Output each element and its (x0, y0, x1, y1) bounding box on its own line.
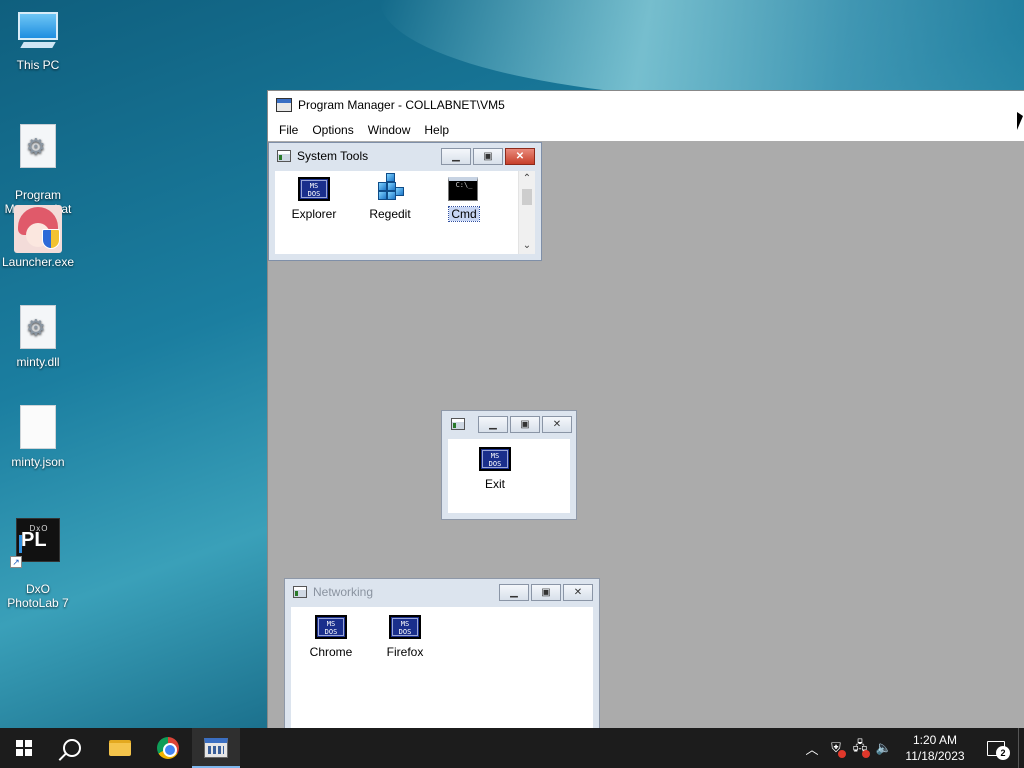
dxo-photolab-icon: DxO PL ↗ (10, 518, 62, 568)
program-manager-icon (204, 738, 228, 758)
dxo-badge-main: PL (21, 529, 47, 551)
desktop-icon-label: Launcher.exe (1, 255, 75, 269)
search-icon (63, 739, 81, 757)
group-window-untitled: ▁ ▣ ✕ MS DOS Exit (441, 410, 577, 520)
desktop-icon-this-pc[interactable]: This PC (0, 8, 76, 72)
program-label: Regedit (369, 207, 411, 221)
network-tray-button[interactable]: 🖧 (848, 728, 872, 768)
desktop-icon-label: DxO PhotoLab 7 (7, 582, 69, 610)
group-content: MS DOS Exit (448, 439, 570, 513)
windows-logo-icon (16, 740, 32, 756)
dll-file-icon: ⚙ (14, 305, 62, 351)
taskbar-file-explorer[interactable] (96, 728, 144, 768)
menu-help[interactable]: Help (417, 123, 456, 137)
taskbar: ︿ ⛨ 🖧 🔈 1:20 AM 11/18/2023 2 (0, 728, 1024, 768)
show-desktop-button[interactable] (1018, 728, 1024, 768)
chevron-up-icon: ︿ (805, 741, 819, 757)
desktop-icon-launcher[interactable]: Launcher.exe (0, 205, 76, 269)
desktop-icon-label: minty.json (11, 455, 65, 469)
program-label: Explorer (291, 207, 337, 221)
close-button[interactable]: ✕ (542, 416, 572, 433)
close-button[interactable]: ✕ (563, 584, 593, 601)
batch-file-icon: ⚙ (14, 124, 62, 170)
clock-date: 11/18/2023 (905, 749, 965, 763)
folder-icon (109, 740, 131, 756)
maximize-button[interactable]: ▣ (473, 148, 503, 165)
window-title: Program Manager - COLLABNET\VM5 (298, 98, 505, 112)
minimize-button[interactable]: ▁ (478, 416, 508, 433)
program-item-explorer[interactable]: MS DOS Explorer (281, 177, 347, 221)
regedit-icon (376, 173, 404, 203)
mouse-cursor-icon (1017, 112, 1023, 130)
this-pc-icon (14, 8, 62, 54)
start-button[interactable] (0, 728, 48, 768)
program-manager-titlebar[interactable]: Program Manager - COLLABNET\VM5 (268, 91, 1024, 119)
program-item-chrome[interactable]: MS DOS Chrome (298, 615, 364, 659)
show-hidden-icons-button[interactable]: ︿ (800, 728, 824, 768)
program-label-selected: Cmd (448, 206, 480, 222)
group-title: System Tools (297, 149, 369, 163)
volume-tray-button[interactable]: 🔈 (872, 728, 896, 768)
program-manager-icon (276, 98, 292, 112)
program-item-regedit[interactable]: Regedit (357, 173, 423, 221)
menu-window[interactable]: Window (361, 123, 418, 137)
search-button[interactable] (48, 728, 96, 768)
shortcut-arrow-icon: ↗ (10, 556, 22, 568)
program-label: Exit (484, 477, 505, 491)
program-item-cmd[interactable]: C:\_ Cmd (431, 177, 497, 222)
desktop-icon-label: This PC (16, 58, 60, 72)
vertical-scrollbar[interactable]: ⌃ ⌄ (518, 171, 535, 254)
action-center-button[interactable]: 2 (974, 728, 1018, 768)
group-content: MS DOS Explorer Regedit C:\_ Cmd ⌃ ⌄ (275, 171, 535, 254)
ms-dos-icon: MS DOS (389, 615, 421, 639)
launcher-app-icon (14, 205, 62, 253)
scroll-thumb[interactable] (522, 189, 532, 205)
group-window-system-tools: System Tools ▁ ▣ ✕ MS DOS Explorer Regedi… (268, 142, 542, 261)
group-titlebar[interactable]: Networking ▁ ▣ ✕ (285, 579, 599, 605)
program-label: Chrome (309, 645, 353, 659)
wallpaper-wave (380, 0, 1024, 100)
ms-dos-icon: MS DOS (479, 447, 511, 471)
json-file-icon (14, 405, 62, 451)
group-content: MS DOS Chrome MS DOS Firefox (291, 607, 593, 728)
system-tray: ︿ ⛨ 🖧 🔈 1:20 AM 11/18/2023 2 (800, 728, 1024, 768)
notification-count: 2 (996, 746, 1010, 760)
maximize-button[interactable]: ▣ (510, 416, 540, 433)
clock-time: 1:20 AM (912, 733, 958, 747)
minimize-button[interactable]: ▁ (441, 148, 471, 165)
program-item-firefox[interactable]: MS DOS Firefox (372, 615, 438, 659)
uac-shield-icon (42, 229, 60, 249)
desktop-icon-dxo-photolab[interactable]: DxO PL ↗ DxO PhotoLab 7 (0, 504, 76, 624)
taskbar-program-manager[interactable] (192, 728, 240, 768)
scroll-up-icon[interactable]: ⌃ (519, 171, 535, 187)
menu-bar: File Options Window Help (268, 119, 1024, 141)
group-titlebar[interactable]: ▁ ▣ ✕ (442, 411, 576, 437)
group-system-menu-icon[interactable] (451, 418, 465, 430)
group-system-menu-icon[interactable] (277, 150, 291, 162)
taskbar-chrome[interactable] (144, 728, 192, 768)
desktop-icon-minty-dll[interactable]: ⚙ minty.dll (0, 305, 76, 369)
minimize-button[interactable]: ▁ (499, 584, 529, 601)
desktop-icon-minty-json[interactable]: minty.json (0, 405, 76, 469)
scroll-down-icon[interactable]: ⌄ (519, 238, 535, 254)
group-window-networking: Networking ▁ ▣ ✕ MS DOS Chrome MS DOS Fire… (284, 578, 600, 728)
group-title: Networking (313, 585, 374, 599)
ms-dos-icon: MS DOS (298, 177, 330, 201)
program-item-exit[interactable]: MS DOS Exit (462, 447, 528, 491)
desktop-icon-label: minty.dll (16, 355, 60, 369)
group-system-menu-icon[interactable] (293, 586, 307, 598)
chrome-icon (157, 737, 179, 759)
close-button[interactable]: ✕ (505, 148, 535, 165)
tray-app-icon[interactable]: ⛨ (824, 728, 848, 768)
menu-options[interactable]: Options (305, 123, 360, 137)
menu-file[interactable]: File (272, 123, 305, 137)
clock[interactable]: 1:20 AM 11/18/2023 (896, 732, 974, 764)
program-label: Firefox (386, 645, 424, 659)
maximize-button[interactable]: ▣ (531, 584, 561, 601)
cmd-icon: C:\_ (448, 177, 478, 201)
ms-dos-icon: MS DOS (315, 615, 347, 639)
group-titlebar[interactable]: System Tools ▁ ▣ ✕ (269, 143, 541, 169)
speaker-muted-icon: 🔈 (875, 740, 893, 755)
